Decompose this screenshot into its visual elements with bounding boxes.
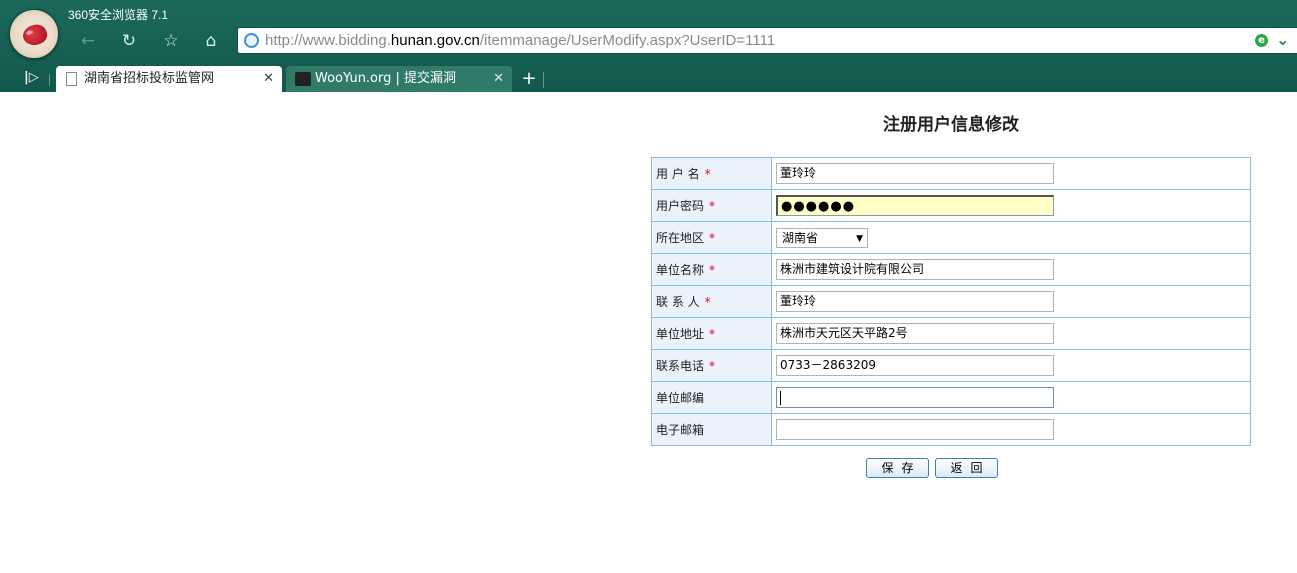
required-mark: * [704,167,711,181]
page-title: 注册用户信息修改 [883,115,1019,135]
address-bar[interactable]: http://www.bidding.hunan.gov.cn/itemmana… [237,27,1297,54]
back-arrow-icon[interactable]: ← [75,28,101,54]
required-mark: * [704,295,711,309]
field-label: 用 户 名 * [651,157,772,190]
divider [49,74,50,86]
star-icon[interactable]: ☆ [158,28,184,54]
tab-label: WooYun.org | 提交漏洞 [315,71,457,86]
chevron-down-icon[interactable]: ⌄ [1276,30,1289,49]
company-name-input[interactable]: 株洲市建筑设计院有限公司 [776,259,1054,280]
form-row-contact: 联 系 人 * 董玲玲 [651,285,1251,318]
contact-person-input[interactable]: 董玲玲 [776,291,1054,312]
phone-input[interactable]: 0733－2863209 [776,355,1054,376]
home-icon[interactable]: ⌂ [198,28,224,54]
reload-icon[interactable]: ↻ [116,28,142,54]
tab-wooyun[interactable]: WooYun.org | 提交漏洞 ✕ [286,66,512,92]
field-label: 联 系 人 * [651,285,772,318]
form-row-company: 单位名称 * 株洲市建筑设计院有限公司 [651,253,1251,286]
ie-mode-icon[interactable]: e [1255,34,1268,47]
form-row-region: 所在地区 * 湖南省 ▼ [651,221,1251,254]
form-row-password: 用户密码 * ●●●●●● [651,189,1251,222]
company-address-input[interactable]: 株洲市天元区天平路2号 [776,323,1054,344]
tab-hunan-bidding[interactable]: 湖南省招标投标监管网 ✕ [56,66,282,92]
new-tab-plus-icon[interactable]: + [518,67,540,91]
email-input[interactable] [776,419,1054,440]
close-icon[interactable]: ✕ [263,66,274,92]
back-button[interactable]: 返回 [935,458,998,478]
user-info-form: 用 户 名 * 董玲玲 用户密码 * ●●●●●● 所在地区 * 湖南省 ▼ 单位名称 *… [651,157,1251,446]
divider [543,72,544,88]
close-icon[interactable]: ✕ [493,66,504,92]
form-row-address: 单位地址 * 株洲市天元区天平路2号 [651,317,1251,350]
app-title: 360安全浏览器 7.1 [68,8,169,22]
text-caret [780,390,781,405]
field-label: 单位邮编 [651,381,772,414]
required-mark: * [709,263,716,277]
save-button[interactable]: 保存 [866,458,929,478]
globe-icon [244,33,259,48]
tab-strip: |▷ 湖南省招标投标监管网 ✕ WooYun.org | 提交漏洞 ✕ + [0,66,1297,92]
required-mark: * [709,199,716,213]
required-mark: * [709,327,716,341]
form-row-phone: 联系电话 * 0733－2863209 [651,349,1251,382]
field-label: 单位地址 * [651,317,772,350]
field-label: 单位名称 * [651,253,772,286]
field-label: 用户密码 * [651,189,772,222]
required-mark: * [709,231,716,245]
password-input[interactable]: ●●●●●● [776,195,1054,216]
required-mark: * [709,359,716,373]
browser-chrome: 360安全浏览器 7.1 ← ↻ ☆ ⌂ http://www.bidding.… [0,0,1297,92]
form-row-postcode: 单位邮编 [651,381,1251,414]
tab-label: 湖南省招标投标监管网 [84,71,215,86]
address-url[interactable]: http://www.bidding.hunan.gov.cn/itemmana… [265,32,775,49]
page-icon [66,72,77,86]
browser-logo-icon[interactable] [9,9,59,59]
wooyun-favicon-icon [295,72,311,86]
form-row-email: 电子邮箱 [651,413,1251,446]
username-input[interactable]: 董玲玲 [776,163,1054,184]
dropdown-arrow-icon: ▼ [856,233,863,244]
form-row-username: 用 户 名 * 董玲玲 [651,157,1251,190]
field-label: 电子邮箱 [651,413,772,446]
region-select[interactable]: 湖南省 ▼ [776,227,868,248]
postcode-input[interactable] [776,387,1054,408]
field-label: 联系电话 * [651,349,772,382]
field-label: 所在地区 * [651,221,772,254]
sidebar-toggle-icon[interactable]: |▷ [24,70,39,85]
